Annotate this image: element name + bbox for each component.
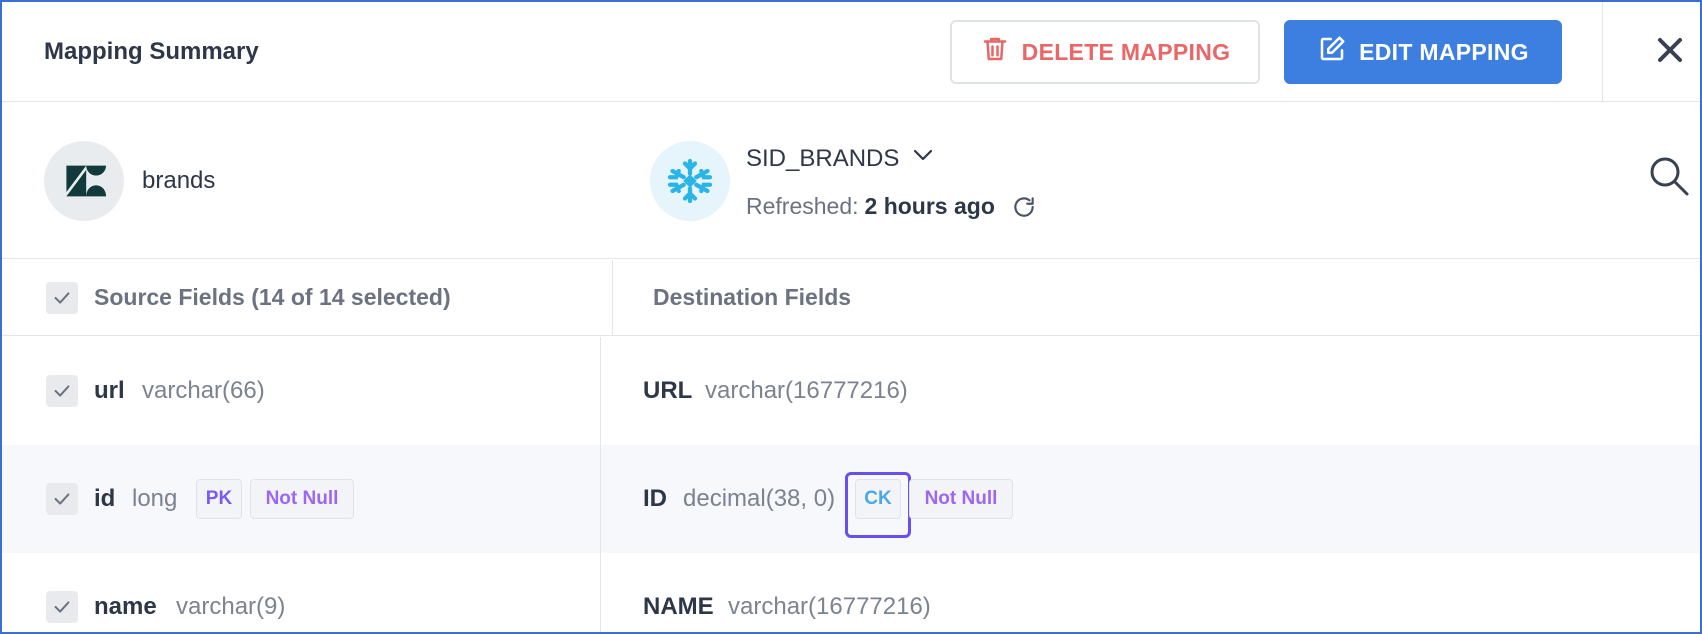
source-object-name: brands	[142, 167, 216, 194]
refresh-status: Refreshed: 2 hours ago	[746, 193, 1037, 220]
source-field-type: varchar(66)	[142, 377, 265, 404]
panel-header: Mapping Summary DELETE MAPPING EDIT MAPP…	[2, 2, 1700, 102]
header-column-divider	[612, 260, 613, 336]
source-fields-header: Source Fields (14 of 14 selected)	[94, 284, 451, 310]
delete-mapping-button[interactable]: DELETE MAPPING	[950, 20, 1260, 84]
rows-column-divider	[600, 337, 601, 632]
table-row: name varchar(9) NAME varchar(16777216)	[2, 553, 1700, 632]
destination-field-type: varchar(16777216)	[728, 593, 931, 620]
mapping-summary-panel: Mapping Summary DELETE MAPPING EDIT MAPP…	[0, 0, 1702, 634]
source-field-name: name	[94, 593, 157, 620]
composite-key-badge[interactable]: CK	[855, 479, 901, 519]
check-icon	[54, 493, 70, 505]
close-icon[interactable]	[1652, 32, 1688, 68]
select-all-checkbox[interactable]	[46, 282, 78, 314]
destination-field-type: decimal(38, 0)	[683, 485, 836, 512]
table-row: id long PK Not Null ID decimal(38, 0) CK…	[2, 445, 1700, 553]
zendesk-logo-icon	[44, 141, 124, 221]
primary-key-badge: PK	[196, 479, 242, 519]
source-field-name: url	[94, 377, 125, 404]
not-null-badge: Not Null	[909, 479, 1013, 519]
destination-field-name: ID	[643, 485, 667, 512]
source-field-type: varchar(9)	[176, 593, 286, 620]
destination-fields-header: Destination Fields	[653, 284, 852, 310]
destination-object-select[interactable]: SID_BRANDS	[746, 143, 935, 174]
refresh-icon[interactable]	[1011, 194, 1037, 220]
destination-field-name: URL	[643, 377, 693, 404]
edit-mapping-button[interactable]: EDIT MAPPING	[1284, 20, 1562, 84]
check-icon	[54, 385, 70, 397]
field-checkbox[interactable]	[46, 375, 78, 407]
field-checkbox[interactable]	[46, 591, 78, 623]
chevron-down-icon	[911, 143, 935, 174]
snowflake-logo-icon	[650, 141, 730, 221]
search-icon[interactable]	[1648, 155, 1690, 197]
fields-header: Source Fields (14 of 14 selected) Destin…	[2, 260, 1700, 336]
edit-icon	[1317, 34, 1347, 70]
check-icon	[54, 601, 70, 613]
refreshed-value: 2 hours ago	[864, 193, 995, 219]
not-null-badge: Not Null	[250, 479, 354, 519]
connection-info: brands SID_BRANDS Refreshed: 2 hours ago	[2, 103, 1700, 259]
table-row: url varchar(66) URL varchar(16777216)	[2, 337, 1700, 445]
delete-mapping-label: DELETE MAPPING	[1021, 38, 1231, 65]
source-field-type: long	[132, 485, 178, 512]
source-field-name: id	[94, 485, 116, 512]
destination-field-type: varchar(16777216)	[705, 377, 908, 404]
destination-object-name: SID_BRANDS	[746, 144, 900, 172]
field-mapping-list: url varchar(66) URL varchar(16777216) id…	[2, 337, 1700, 632]
edit-mapping-label: EDIT MAPPING	[1359, 38, 1529, 65]
check-icon	[54, 292, 70, 304]
trash-icon	[980, 34, 1010, 70]
destination-field-name: NAME	[643, 593, 714, 620]
header-divider	[1602, 2, 1603, 102]
page-title: Mapping Summary	[44, 38, 259, 65]
field-checkbox[interactable]	[46, 483, 78, 515]
refreshed-label: Refreshed:	[746, 193, 859, 219]
